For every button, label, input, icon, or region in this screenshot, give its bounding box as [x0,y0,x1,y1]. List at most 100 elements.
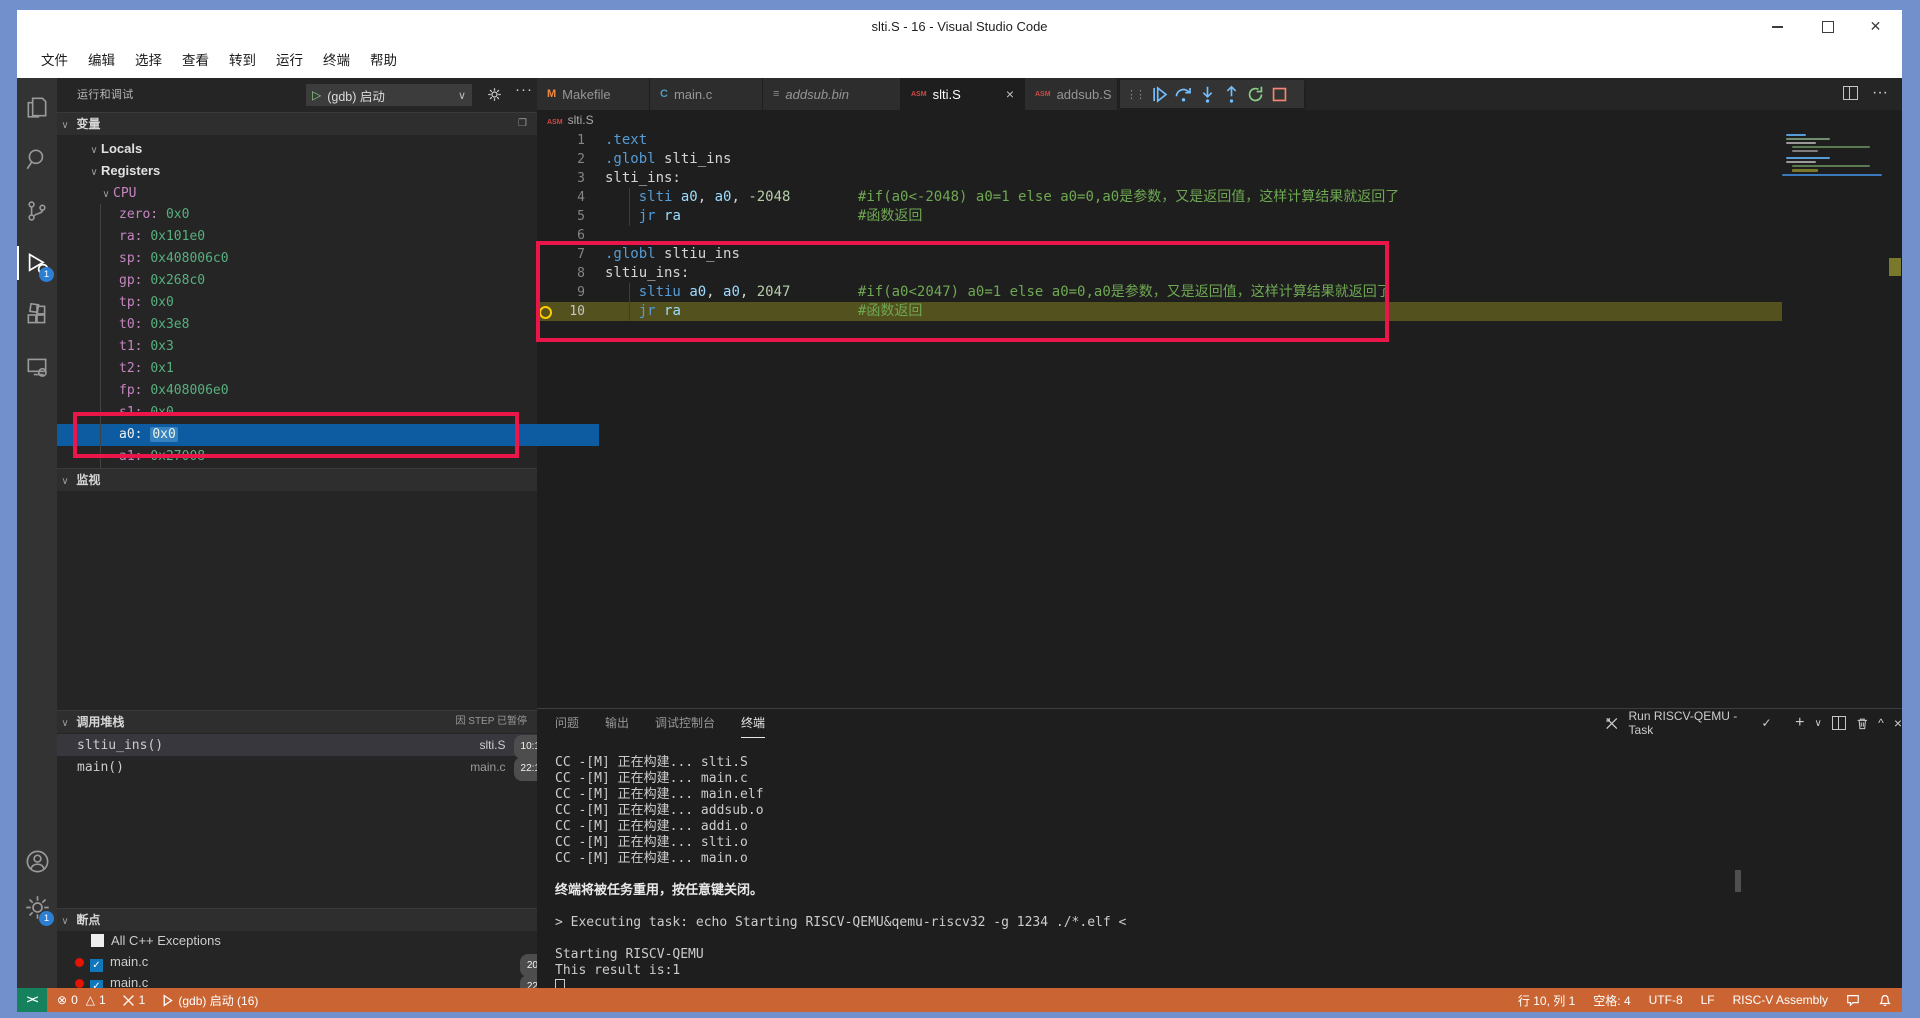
eol-status[interactable]: LF [1701,993,1715,1007]
chevron-down-icon: ∨ [457,89,466,102]
editor-tab-slti-s[interactable]: ASM slti.S × [901,78,1025,110]
scrollbar-thumb[interactable] [1735,870,1741,892]
restart-icon[interactable] [1246,85,1265,104]
new-terminal-icon[interactable]: + [1795,714,1804,732]
split-editor-icon[interactable] [1843,86,1858,100]
register-row-t2[interactable]: t2: 0x1 [57,358,599,380]
close-panel-icon[interactable]: × [1894,715,1902,731]
minimize-button[interactable] [1769,18,1786,35]
code-token: .globl [605,151,656,167]
code-line-4[interactable]: 4 slti a0, a0, -2048 #if(a0<-2048) a0=1 … [537,188,1782,207]
panel-tab-3[interactable]: 终端 [741,710,766,738]
start-debug-icon[interactable]: ▷ [312,88,321,102]
source-control-icon[interactable] [17,188,57,234]
editor-tab-addsub-s[interactable]: ASM addsub.S [1025,78,1118,110]
running-tasks-status[interactable]: 1 [122,993,145,1007]
breakpoint-checkbox[interactable] [91,934,104,947]
register-row-zero[interactable]: zero: 0x0 [57,204,599,226]
split-terminal-icon[interactable] [1831,716,1846,730]
debug-session-status[interactable]: (gdb) 启动 (16) [161,992,258,1009]
editor-tab-addsub-bin[interactable]: ≡ addsub.bin [763,78,901,110]
sidebar-more-actions-icon[interactable]: ··· [515,81,533,98]
breakpoints-section-header[interactable]: ∨ 断点 [57,908,537,931]
register-row-sp[interactable]: sp: 0x408006c0 [57,248,599,270]
menu-item-3[interactable]: 查看 [172,44,219,78]
cursor-position-status[interactable]: 行 10, 列 1 [1518,992,1575,1009]
variables-group-locals[interactable]: ∨ Locals [57,138,567,160]
stack-frame-row-0[interactable]: sltiu_ins() slti.S 10:1 [57,734,557,759]
menu-item-6[interactable]: 终端 [313,44,360,78]
step-out-icon[interactable] [1222,85,1241,104]
register-row-t0[interactable]: t0: 0x3e8 [57,314,599,336]
editor-tab-main-c[interactable]: Cmain.c [650,78,763,110]
maximize-button[interactable] [1819,18,1836,35]
breakpoint-row-0[interactable]: All C++ Exceptions [57,930,571,951]
register-row-gp[interactable]: gp: 0x268c0 [57,270,599,292]
breakpoint-row-1[interactable]: ✓ main.c 20 [57,951,555,977]
language-mode-status[interactable]: RISC-V Assembly [1733,993,1828,1007]
call-stack-section-header[interactable]: ∨ 调用堆栈 因 STEP 已暂停 [57,710,537,733]
code-line-2[interactable]: 2 .globl slti_ins [537,150,1782,169]
extensions-icon[interactable] [17,292,57,338]
breadcrumb-file[interactable]: slti.S [568,113,594,127]
kill-terminal-trash-icon[interactable] [1856,716,1869,731]
toolbar-drag-handle[interactable]: ⋮⋮ [1126,88,1146,101]
search-icon[interactable] [17,136,57,182]
code-line-3[interactable]: 3 slti_ins: [537,169,1782,188]
menu-item-2[interactable]: 选择 [125,44,172,78]
continue-icon[interactable] [1150,85,1169,104]
variables-group-registers[interactable]: ∨ Registers [57,160,567,182]
register-row-tp[interactable]: tp: 0x0 [57,292,599,314]
panel-tab-2[interactable]: 调试控制台 [655,710,715,738]
notifications-bell-icon[interactable] [1878,993,1892,1007]
line-number: 1 [577,133,585,148]
code-line-1[interactable]: 1 .text [537,131,1782,150]
launch-config-dropdown[interactable]: ▷ (gdb) 启动 ∨ [306,84,472,106]
step-over-icon[interactable] [1174,85,1193,104]
minimap[interactable] [1782,130,1888,708]
menu-item-0[interactable]: 文件 [31,44,78,78]
remote-explorer-icon[interactable] [17,344,57,390]
terminal-task-label[interactable]: Run RISCV-QEMU - Task [1629,709,1752,737]
breadcrumb[interactable]: ASM slti.S [537,110,1902,130]
stop-icon[interactable] [1270,85,1289,104]
maximize-panel-icon[interactable]: ^ [1878,716,1884,730]
account-icon[interactable] [17,838,57,884]
register-row-t1[interactable]: t1: 0x3 [57,336,599,358]
step-into-icon[interactable] [1198,85,1217,104]
menu-item-7[interactable]: 帮助 [360,44,407,78]
breakpoint-checkbox[interactable]: ✓ [90,959,103,972]
variables-group-cpu[interactable]: ∨ CPU [57,182,579,204]
register-row-fp[interactable]: fp: 0x408006e0 [57,380,599,402]
feedback-icon[interactable] [1846,993,1860,1007]
menu-item-1[interactable]: 编辑 [78,44,125,78]
remote-indicator[interactable]: >< [17,988,47,1012]
tab-label: Makefile [562,86,611,102]
run-and-debug-icon[interactable]: 1 [17,240,57,286]
watch-section-header[interactable]: ∨ 监视 [57,468,537,491]
stack-frame-row-1[interactable]: main() main.c 22:1 [57,756,557,781]
collapse-all-icon[interactable]: ❐ [518,113,527,135]
explorer-icon[interactable] [17,84,57,130]
panel-tab-0[interactable]: 问题 [555,710,579,738]
overview-ruler [1888,130,1902,708]
tab-close-icon[interactable]: × [1006,86,1014,102]
encoding-status[interactable]: UTF-8 [1649,993,1683,1007]
panel-tab-1[interactable]: 输出 [605,710,629,738]
annotation-box-sltiu-block [536,241,1389,342]
register-row-ra[interactable]: ra: 0x101e0 [57,226,599,248]
settings-gear-icon[interactable]: 1 [17,884,57,930]
indentation-status[interactable]: 空格: 4 [1593,992,1630,1009]
problems-status[interactable]: ⊗ 0 △ 1 [57,993,106,1007]
terminal-dropdown-icon[interactable]: ∨ [1815,718,1822,729]
variables-section-header[interactable]: ∨ 变量 ❐ [57,112,537,135]
menu-item-4[interactable]: 转到 [219,44,266,78]
debug-settings-gear-icon[interactable] [487,87,502,102]
editor-more-actions-icon[interactable]: ··· [1872,84,1888,102]
editor-tab-makefile[interactable]: M Makefile [537,78,650,110]
menu-item-5[interactable]: 运行 [266,44,313,78]
code-line-5[interactable]: 5 jr ra #函数返回 [537,207,1782,226]
close-button[interactable]: ✕ [1867,18,1884,35]
